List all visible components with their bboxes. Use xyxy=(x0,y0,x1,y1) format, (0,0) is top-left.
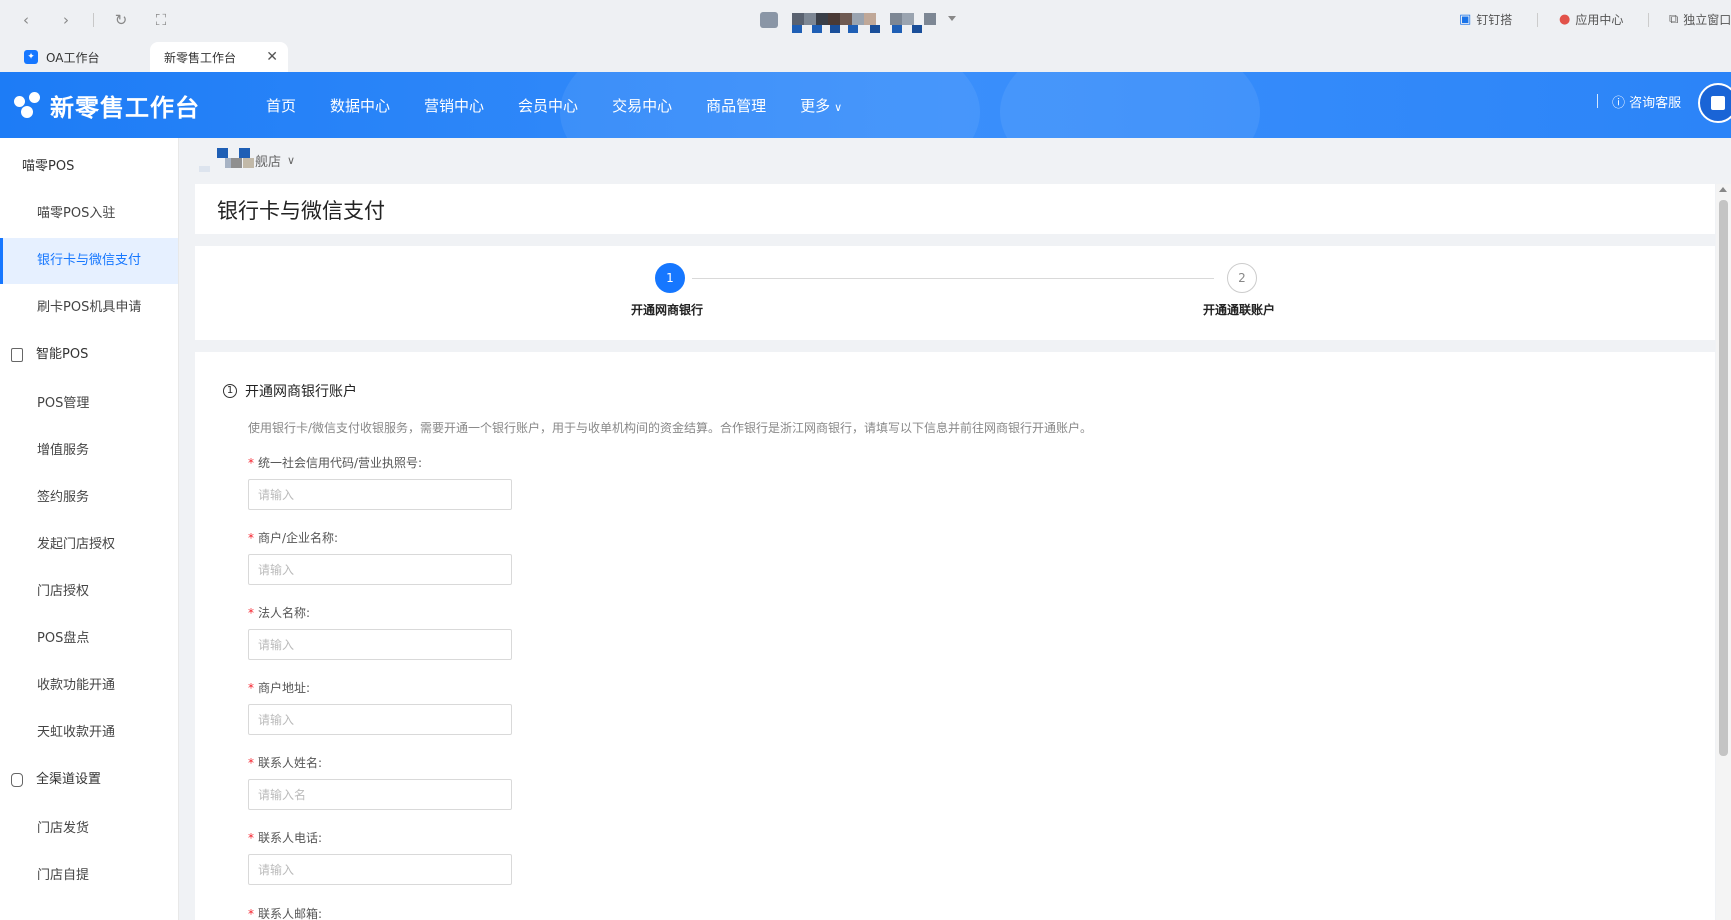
required-mark: * xyxy=(248,531,254,545)
sidebar-item-pos-management[interactable]: POS管理 xyxy=(0,381,178,427)
step-2-label: 开通通联账户 xyxy=(1203,303,1276,317)
address-bar[interactable] xyxy=(760,10,980,36)
site-icon xyxy=(760,12,778,28)
sidebar-item-card-pos-apply[interactable]: 刷卡POS机具申请 xyxy=(0,285,178,331)
browser-tabbar: ✦ OA工作台 新零售工作台 ✕ xyxy=(0,40,1731,72)
logo-text: 新零售工作台 xyxy=(50,94,200,122)
required-mark: * xyxy=(248,606,254,620)
dingtalk-icon: ▣ xyxy=(1459,12,1472,27)
nav-marketing-center[interactable]: 营销中心 xyxy=(424,95,484,116)
sidebar-item-pos-onboarding[interactable]: 喵零POS入驻 xyxy=(0,191,178,237)
toolbar-divider xyxy=(1537,13,1538,27)
user-icon xyxy=(1711,96,1725,110)
logo-icon xyxy=(14,91,42,120)
app-logo[interactable]: 新零售工作台 xyxy=(14,88,200,123)
merchant-name-label: * 商户/企业名称: xyxy=(248,531,339,545)
steps-card: 1 2 开通网商银行 开通通联账户 xyxy=(195,246,1715,340)
top-navigation: 首页 数据中心 营销中心 会员中心 交易中心 商品管理 更多 ∨ xyxy=(266,72,876,138)
nav-home[interactable]: 首页 xyxy=(266,95,296,116)
contact-name-label: * 联系人姓名: xyxy=(248,756,323,770)
browser-toolbar: ‹ › ↻ ⛶ ▣ 钉钉搭 ● 应用中心 ⧉ 独立窗口 xyxy=(0,0,1731,40)
sidebar-item-store-delivery[interactable]: 门店发货 xyxy=(0,806,178,852)
legal-person-label: * 法人名称: xyxy=(248,606,311,620)
nav-data-center[interactable]: 数据中心 xyxy=(330,95,390,116)
tab-new-retail-workbench[interactable]: 新零售工作台 ✕ xyxy=(150,42,288,72)
avatar[interactable] xyxy=(1698,83,1731,123)
chevron-down-icon: ∨ xyxy=(287,153,296,167)
store-selector[interactable]: 舰店 ∨ xyxy=(195,148,295,172)
required-mark: * xyxy=(248,456,254,470)
merchant-name-input[interactable] xyxy=(248,554,512,585)
sidebar-item-initiate-store-auth[interactable]: 发起门店授权 xyxy=(0,522,178,568)
sidebar-item-pos-inventory[interactable]: POS盘点 xyxy=(0,616,178,662)
credit-code-input[interactable] xyxy=(248,479,512,510)
dingtalk-build-button[interactable]: ▣ 钉钉搭 xyxy=(1459,11,1512,28)
step-1-label: 开通网商银行 xyxy=(631,303,704,317)
legal-person-input[interactable] xyxy=(248,629,512,660)
sidebar-item-tianhong-payment[interactable]: 天虹收款开通 xyxy=(0,710,178,756)
sidebar-group-smart-pos[interactable]: 智能POS xyxy=(0,332,178,378)
merchant-address-label: * 商户地址: xyxy=(248,681,311,695)
toolbar-divider xyxy=(93,13,94,27)
sidebar: 喵零POS 喵零POS入驻 银行卡与微信支付 刷卡POS机具申请 智能POS P… xyxy=(0,138,179,920)
contact-name-input[interactable] xyxy=(248,779,512,810)
sidebar-item-store-pickup[interactable]: 门店自提 xyxy=(0,853,178,899)
app-center-icon: ● xyxy=(1559,12,1571,27)
page-scrollbar[interactable] xyxy=(1716,184,1731,920)
scrollbar-thumb[interactable] xyxy=(1719,200,1728,756)
headset-icon: ⓘ xyxy=(1612,96,1626,111)
contact-phone-label: * 联系人电话: xyxy=(248,831,323,845)
form-card: 1 开通网商银行账户 使用银行卡/微信支付收银服务，需要开通一个银行账户，用于与… xyxy=(195,352,1715,920)
store-settings-icon xyxy=(11,773,23,787)
section-title: 1 开通网商银行账户 xyxy=(223,381,357,401)
required-mark: * xyxy=(248,831,254,845)
page-title: 银行卡与微信支付 xyxy=(217,199,385,223)
address-dropdown-icon[interactable] xyxy=(948,16,956,21)
page-header-card: 银行卡与微信支付 xyxy=(195,184,1715,234)
merchant-address-input[interactable] xyxy=(248,704,512,735)
sidebar-item-bankcard-wechat-pay[interactable]: 银行卡与微信支付 xyxy=(0,238,178,284)
contact-email-label: * 联系人邮箱: xyxy=(248,907,323,920)
contact-phone-input[interactable] xyxy=(248,854,512,885)
sidebar-item-payment-activation[interactable]: 收款功能开通 xyxy=(0,663,178,709)
step-2-indicator: 2 xyxy=(1227,263,1257,293)
step-1-indicator: 1 xyxy=(655,263,685,293)
header-decoration xyxy=(1000,72,1260,138)
section-description: 使用银行卡/微信支付收银服务，需要开通一个银行账户，用于与收单机构间的资金结算。… xyxy=(248,421,1093,435)
forward-arrow-icon[interactable]: › xyxy=(56,10,76,30)
store-name-redacted xyxy=(195,148,255,172)
device-icon xyxy=(11,348,23,362)
scroll-up-icon[interactable] xyxy=(1719,187,1727,192)
sidebar-group-omnichannel[interactable]: 全渠道设置 xyxy=(0,757,178,803)
sidebar-item-contract[interactable]: 签约服务 xyxy=(0,475,178,521)
app-center-button[interactable]: ● 应用中心 xyxy=(1559,11,1623,28)
app-header: 新零售工作台 首页 数据中心 营销中心 会员中心 交易中心 商品管理 更多 ∨ ⓘ… xyxy=(0,72,1731,138)
tab-oa-workbench[interactable]: ✦ OA工作台 xyxy=(10,42,140,72)
back-arrow-icon[interactable]: ‹ xyxy=(16,10,36,30)
step-connector xyxy=(692,278,1214,279)
header-divider xyxy=(1597,94,1598,108)
toolbar-divider xyxy=(1648,13,1649,27)
window-icon: ⧉ xyxy=(1669,12,1679,27)
credit-code-label: * 统一社会信用代码/营业执照号: xyxy=(248,456,423,470)
section-number: 1 xyxy=(223,384,237,398)
nav-member-center[interactable]: 会员中心 xyxy=(518,95,578,116)
nav-product-management[interactable]: 商品管理 xyxy=(706,95,766,116)
fullscreen-icon[interactable]: ⛶ xyxy=(151,10,171,30)
customer-service-button[interactable]: ⓘ 咨询客服 xyxy=(1612,92,1681,111)
required-mark: * xyxy=(248,681,254,695)
required-mark: * xyxy=(248,907,254,920)
refresh-icon[interactable]: ↻ xyxy=(111,10,131,30)
close-icon[interactable]: ✕ xyxy=(266,49,278,65)
chevron-down-icon: ∨ xyxy=(834,100,843,114)
sidebar-item-store-auth[interactable]: 门店授权 xyxy=(0,569,178,615)
oa-app-icon: ✦ xyxy=(24,50,38,64)
nav-more[interactable]: 更多 ∨ xyxy=(800,95,842,116)
sidebar-group-miaoling-pos[interactable]: 喵零POS xyxy=(0,144,178,190)
nav-trade-center[interactable]: 交易中心 xyxy=(612,95,672,116)
sidebar-item-value-added[interactable]: 增值服务 xyxy=(0,428,178,474)
required-mark: * xyxy=(248,756,254,770)
standalone-window-button[interactable]: ⧉ 独立窗口 xyxy=(1669,11,1731,28)
